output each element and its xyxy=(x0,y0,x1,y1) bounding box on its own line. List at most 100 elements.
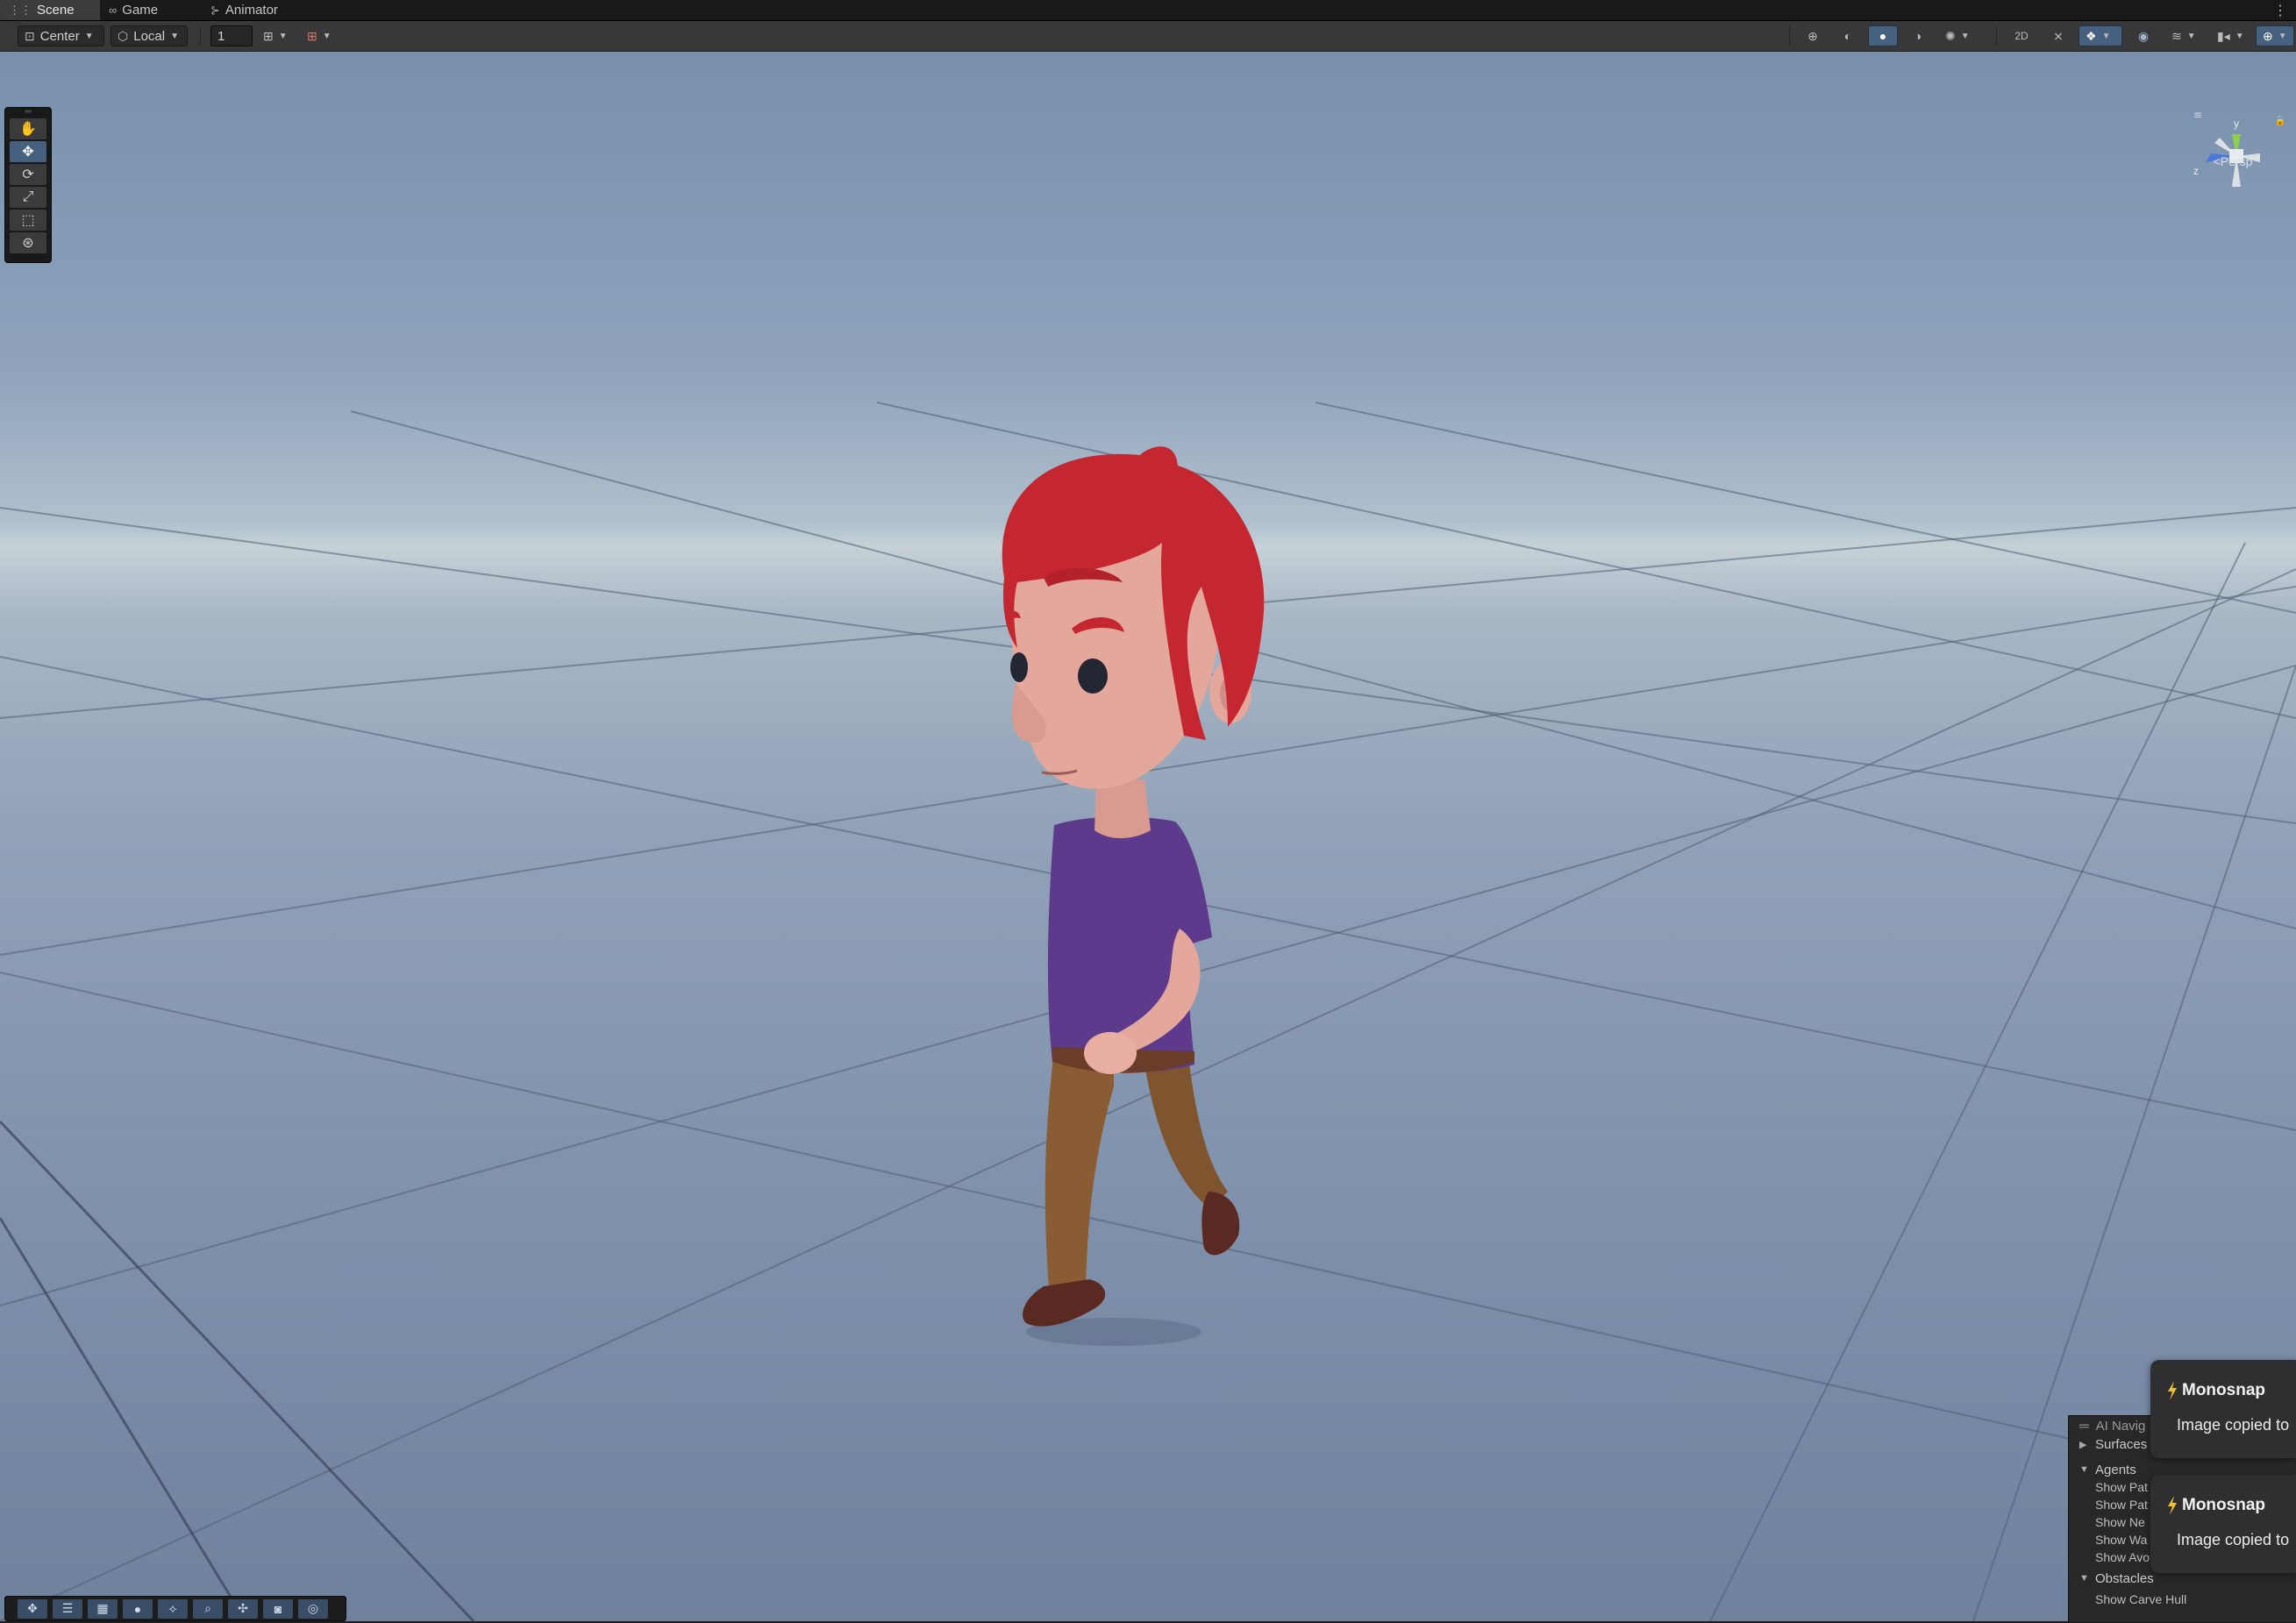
lock-icon: 🔒 xyxy=(2274,115,2285,126)
tab-scene-label: Scene xyxy=(37,3,75,18)
chevron-down-icon: ▼ xyxy=(2079,1573,2089,1584)
move-overlay-icon[interactable]: ✥ xyxy=(18,1598,47,1619)
half-sphere-icon: ◐ xyxy=(1843,29,1852,43)
pivot-mode-dropdown[interactable]: ⊡ Center ▼ xyxy=(18,25,104,46)
eye-icon: ◉ xyxy=(2137,28,2150,43)
shaded-mode-button[interactable]: ● xyxy=(1868,25,1898,46)
sun-icon: ✺ xyxy=(1945,28,1956,43)
tab-scene[interactable]: ⋮⋮ Scene xyxy=(0,0,100,20)
search-icon[interactable]: ⌕ xyxy=(193,1598,223,1619)
chevron-down-icon: ▼ xyxy=(84,31,94,41)
draw-mode-button[interactable]: ⊕ xyxy=(1798,25,1828,46)
gamepad-icon: ∞ xyxy=(109,4,118,17)
projection-label[interactable]: <Persp xyxy=(2193,154,2273,168)
gizmos-dropdown[interactable]: ⊕ ▼ xyxy=(2256,25,2294,46)
sphere-icon[interactable]: ● xyxy=(123,1598,153,1619)
chevron-down-icon: ▼ xyxy=(2235,31,2244,41)
moon-icon: ◑ xyxy=(1914,29,1922,43)
toolbar-divider xyxy=(200,26,201,46)
pivot-icon: ⊡ xyxy=(25,28,35,43)
overlay-toolbar: ✥ ☰ ▦ ● ⟡ ⌕ ✣ ◙ ◎ xyxy=(4,1596,346,1621)
sliders-icon[interactable]: ☰ xyxy=(53,1598,82,1619)
chevron-down-icon: ▼ xyxy=(1960,31,1970,41)
chevron-down-icon: ▼ xyxy=(322,31,332,41)
scale-tool-icon[interactable]: ⤢ xyxy=(10,187,46,208)
grid-axis-icon: ⊞ xyxy=(263,28,274,43)
notification-app-name: Monosnap xyxy=(2182,1381,2265,1399)
camera-settings-dropdown[interactable]: ▮◂ ▼ xyxy=(2210,25,2254,46)
notification-message: Image copied to xyxy=(2177,1416,2290,1434)
character-model[interactable] xyxy=(965,402,1316,1367)
navmesh-icon[interactable]: ⟡ xyxy=(158,1598,188,1619)
lighting-toggle-button[interactable]: ◑ xyxy=(1903,25,1933,46)
toolbar-divider xyxy=(1996,26,1997,46)
2d-mode-button[interactable]: 2D xyxy=(2007,25,2036,46)
transform-icon[interactable]: ✣ xyxy=(228,1598,258,1619)
rotate-tool-icon[interactable]: ⟳ xyxy=(10,164,46,185)
grid-snap-value: 1 xyxy=(217,28,225,44)
show-carve-hull-option[interactable]: Show Carve Hull xyxy=(2069,1591,2296,1608)
stack-icon: ≋ xyxy=(2171,28,2182,43)
monosnap-bolt-icon xyxy=(2168,1381,2177,1400)
gizmo-sphere-icon: ⊕ xyxy=(2263,28,2273,43)
camera-icon[interactable]: ◙ xyxy=(263,1598,293,1619)
tab-game-label: Game xyxy=(122,3,159,18)
shaded-wireframe-button[interactable]: ◐ xyxy=(1833,25,1863,46)
notification-message: Image copied to xyxy=(2177,1531,2290,1548)
crosshair-icon: ⊕ xyxy=(1808,28,1818,43)
chevron-down-icon: ▼ xyxy=(2079,1464,2089,1475)
obstacles-label: Obstacles xyxy=(2095,1570,2154,1586)
audio-toggle-button[interactable]: ⨯ xyxy=(2043,25,2073,46)
surfaces-label: Surfaces xyxy=(2095,1436,2148,1452)
debug-draw-dropdown[interactable]: ✺ ▼ xyxy=(1938,25,1984,46)
drag-handle-icon: ═ xyxy=(2079,1418,2089,1434)
camera-icon: ▮◂ xyxy=(2217,28,2230,43)
tab-animator[interactable]: ⊱ Animator xyxy=(202,0,287,20)
agent-option-label: Show Pat xyxy=(2095,1498,2148,1512)
chevron-down-icon: ▼ xyxy=(278,31,288,41)
animator-icon: ⊱ xyxy=(210,3,220,17)
rect-tool-icon[interactable]: ⬚ xyxy=(10,210,46,231)
agent-option-label: Show Pat xyxy=(2095,1480,2148,1494)
agents-label: Agents xyxy=(2095,1462,2136,1477)
monosnap-notification[interactable]: Monosnap Image copied to xyxy=(2150,1360,2296,1458)
chevron-down-icon: ▼ xyxy=(170,31,179,41)
cube-icon: ⬡ xyxy=(118,28,129,43)
grid-visibility-dropdown[interactable]: ⊞ ▼ xyxy=(256,25,298,46)
scene-viewport[interactable]: ═ ✋ ✥ ⟳ ⤢ ⬚ ⊛ ≡ 🔒 y z <Persp ✥ ☰ ▦ ● ⟡ ⌕… xyxy=(0,52,2296,1621)
show-carve-hull-label: Show Carve Hull xyxy=(2095,1592,2187,1606)
pivot-mode-label: Center xyxy=(39,28,80,44)
layers-dropdown[interactable]: ≋ ▼ xyxy=(2164,25,2208,46)
layers-icon: ❖ xyxy=(2086,28,2097,43)
grid-hatch-icon[interactable]: ▦ xyxy=(88,1598,118,1619)
scene-visibility-button[interactable]: ◉ xyxy=(2128,25,2159,46)
ai-navigation-title: AI Navig xyxy=(2095,1418,2146,1434)
tab-animator-label: Animator xyxy=(225,3,278,18)
toolbar-divider xyxy=(1789,26,1790,46)
2d-icon: 2D xyxy=(2014,30,2029,42)
monosnap-bolt-icon xyxy=(2168,1496,2177,1515)
agent-option-label: Show Wa xyxy=(2095,1533,2148,1547)
transform-tool-icon[interactable]: ⊛ xyxy=(10,232,46,253)
monosnap-notification[interactable]: Monosnap Image copied to xyxy=(2150,1475,2296,1573)
snap-settings-dropdown[interactable]: ⊞ ▼ xyxy=(300,25,342,46)
scene-toolbar: ⊡ Center ▼ ⬡ Local ▼ 1 ⊞ ▼ ⊞ ▼ ⊕ ◐ ● ◑ ✺… xyxy=(0,21,2296,52)
effects-dropdown[interactable]: ❖ ▼ xyxy=(2079,25,2122,46)
pivot-rotation-dropdown[interactable]: ⬡ Local ▼ xyxy=(111,25,188,46)
audio-off-icon: ⨯ xyxy=(2053,28,2064,43)
chevron-down-icon: ▼ xyxy=(2278,31,2287,41)
tool-palette: ═ ✋ ✥ ⟳ ⤢ ⬚ ⊛ xyxy=(4,107,52,263)
compass-icon[interactable]: ◎ xyxy=(298,1598,328,1619)
chevron-down-icon: ▼ xyxy=(2186,31,2196,41)
drag-handle-icon[interactable]: ═ xyxy=(5,108,51,118)
tab-game[interactable]: ∞ Game xyxy=(100,0,167,20)
hand-tool-icon[interactable]: ✋ xyxy=(10,118,46,139)
tab-menu-icon[interactable]: ⋮ xyxy=(2273,0,2287,20)
chevron-down-icon: ▼ xyxy=(2101,31,2111,41)
agent-option-label: Show Avo xyxy=(2095,1550,2150,1564)
grid-snap-field[interactable]: 1 xyxy=(210,25,253,46)
move-tool-icon[interactable]: ✥ xyxy=(10,141,46,162)
agent-option-label: Show Ne xyxy=(2095,1515,2145,1529)
notification-app-name: Monosnap xyxy=(2182,1496,2265,1514)
sphere-icon: ● xyxy=(1879,29,1887,43)
